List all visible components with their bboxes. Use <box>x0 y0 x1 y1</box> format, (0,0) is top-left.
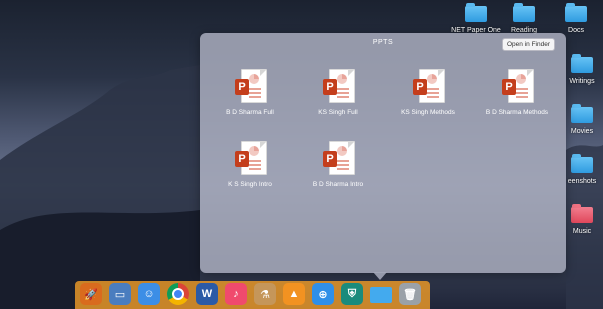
folder-icon <box>571 104 593 123</box>
itunes-icon[interactable]: ♪ <box>225 283 247 305</box>
file-item[interactable]: P K S Singh Intro <box>210 141 290 188</box>
stack-pointer-arrow <box>373 272 387 280</box>
desktop-folder-reading[interactable]: Reading <box>502 3 546 35</box>
file-item[interactable]: P KS Singh Methods <box>388 69 468 116</box>
folder-icon <box>465 3 487 22</box>
finder-icon[interactable]: ☺ <box>138 283 160 305</box>
automator-icon[interactable]: ⚗ <box>254 283 276 305</box>
desktop-folder-writings[interactable]: Writings <box>563 54 601 86</box>
open-in-finder-button[interactable]: Open in Finder <box>502 38 555 51</box>
photos-icon[interactable]: ▭ <box>109 283 131 305</box>
trash-icon[interactable]: 🗑 <box>399 283 421 305</box>
folder-icon <box>571 154 593 173</box>
desktop-folder-movies[interactable]: Movies <box>563 104 601 136</box>
file-name: KS Singh Methods <box>401 109 455 116</box>
powerpoint-file-icon: P <box>413 69 445 103</box>
file-name: B D Sharma Methods <box>485 109 549 116</box>
file-item[interactable]: P KS Singh Full <box>298 69 378 116</box>
folder-icon <box>571 54 593 73</box>
chrome-icon[interactable] <box>167 283 189 305</box>
word-icon[interactable]: W <box>196 283 218 305</box>
desktop-folder-music[interactable]: Music <box>563 204 601 236</box>
powerpoint-file-icon: P <box>323 69 355 103</box>
file-name: K S Singh Intro <box>228 181 272 188</box>
file-item[interactable]: P B D Sharma Full <box>210 69 290 116</box>
file-name: B D Sharma Intro <box>312 181 364 188</box>
powerpoint-file-icon: P <box>323 141 355 175</box>
vlc-icon[interactable]: ▲ <box>283 283 305 305</box>
powerpoint-file-icon: P <box>235 69 267 103</box>
shield-app-icon[interactable]: ⛨ <box>341 283 363 305</box>
folder-icon <box>565 3 587 22</box>
powerpoint-file-icon: P <box>502 69 534 103</box>
powerpoint-file-icon: P <box>235 141 267 175</box>
safari-icon[interactable]: ⊕ <box>312 283 334 305</box>
file-item[interactable]: P B D Sharma Intro <box>298 141 378 188</box>
desktop-folder-docs[interactable]: Docs <box>556 3 596 35</box>
file-item[interactable]: P B D Sharma Methods <box>477 69 557 116</box>
folder-icon <box>513 3 535 22</box>
file-name: KS Singh Full <box>318 109 358 116</box>
launchpad-icon[interactable]: 🚀 <box>80 283 102 305</box>
ppts-stack-popover: PPTS Open in Finder P B D Sharma Full P … <box>200 33 566 273</box>
file-name: B D Sharma Full <box>226 109 274 116</box>
music-folder-icon <box>571 204 593 223</box>
desktop-folder-net-paper-one[interactable]: NET Paper One <box>448 3 504 35</box>
desktop-folder-screenshots[interactable]: eenshots <box>563 154 601 186</box>
ppts-folder-icon[interactable] <box>370 287 392 303</box>
